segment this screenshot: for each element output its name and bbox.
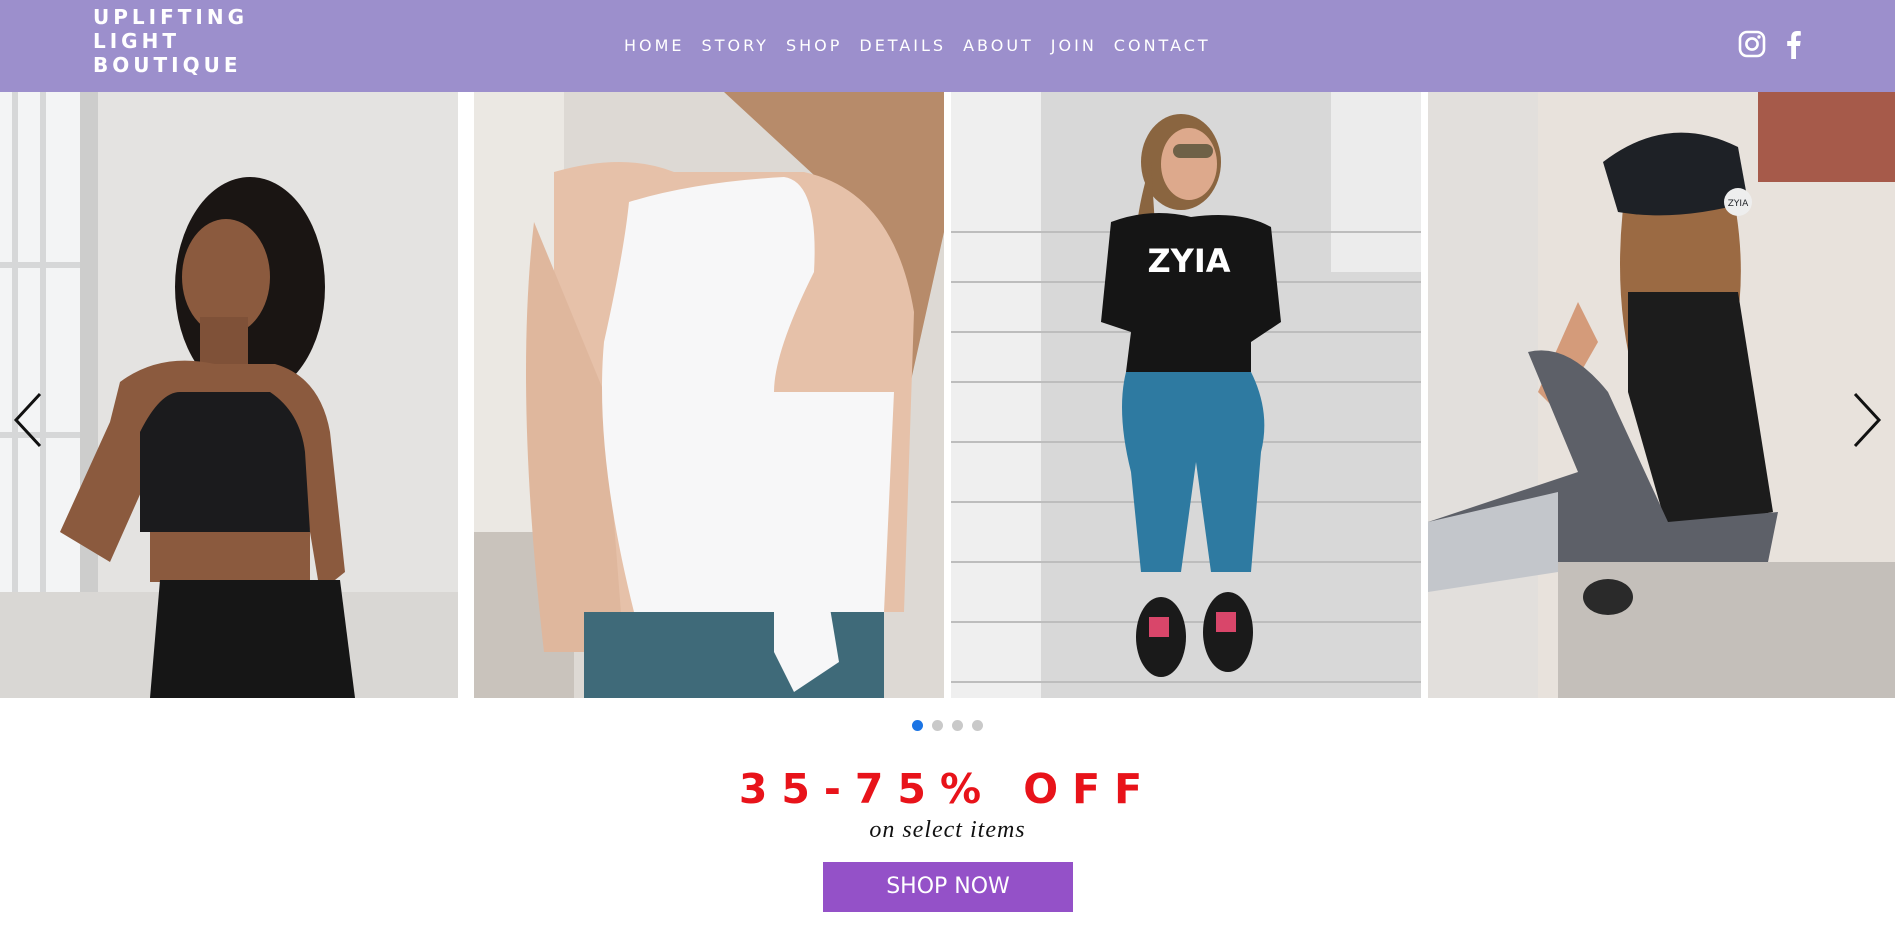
zyia-shirt-text: ZYIA xyxy=(1147,242,1230,280)
chevron-left-icon xyxy=(13,392,42,448)
instagram-icon[interactable] xyxy=(1738,29,1766,59)
gallery-photo-2[interactable] xyxy=(474,92,944,698)
photo-gallery: ZYIA ZYIA xyxy=(0,92,1895,698)
promo-subline: on select items xyxy=(869,817,1026,843)
facebook-icon[interactable] xyxy=(1782,29,1804,59)
gallery-dot-4[interactable] xyxy=(972,720,983,731)
shop-now-button[interactable]: SHOP NOW xyxy=(823,862,1073,912)
site-header: UPLIFTING LIGHT BOUTIQUE HOME STORY SHOP… xyxy=(0,0,1895,92)
gallery-photo-4[interactable]: ZYIA xyxy=(1428,92,1895,698)
gallery-dot-3[interactable] xyxy=(952,720,963,731)
chevron-right-icon xyxy=(1853,392,1882,448)
main-nav: HOME STORY SHOP DETAILS ABOUT JOIN CONTA… xyxy=(624,34,1228,58)
brand-line-3: BOUTIQUE xyxy=(93,53,242,77)
gallery-next-button[interactable] xyxy=(1851,390,1885,450)
gallery-dot-1[interactable] xyxy=(912,720,923,731)
gallery-dots xyxy=(912,720,992,731)
nav-contact[interactable]: CONTACT xyxy=(1114,34,1211,58)
nav-join[interactable]: JOIN xyxy=(1051,34,1097,58)
gallery-photo-1[interactable] xyxy=(0,92,467,698)
promo-headline: 35-75% OFF xyxy=(738,765,1157,813)
gallery-photo-3[interactable]: ZYIA xyxy=(951,92,1421,698)
nav-details[interactable]: DETAILS xyxy=(859,34,946,58)
brand-logo[interactable]: UPLIFTING LIGHT BOUTIQUE xyxy=(93,5,248,77)
nav-shop[interactable]: SHOP xyxy=(786,34,842,58)
nav-story[interactable]: STORY xyxy=(702,34,769,58)
gallery-dot-2[interactable] xyxy=(932,720,943,731)
brand-line-1: UPLIFTING xyxy=(93,5,248,29)
gallery-prev-button[interactable] xyxy=(10,390,44,450)
photo-divider xyxy=(1421,92,1428,698)
nav-about[interactable]: ABOUT xyxy=(963,34,1034,58)
brand-line-2: LIGHT xyxy=(93,29,180,53)
zyia-cap-text: ZYIA xyxy=(1728,199,1749,209)
nav-home[interactable]: HOME xyxy=(624,34,685,58)
photo-divider xyxy=(467,92,474,698)
photo-divider xyxy=(944,92,951,698)
